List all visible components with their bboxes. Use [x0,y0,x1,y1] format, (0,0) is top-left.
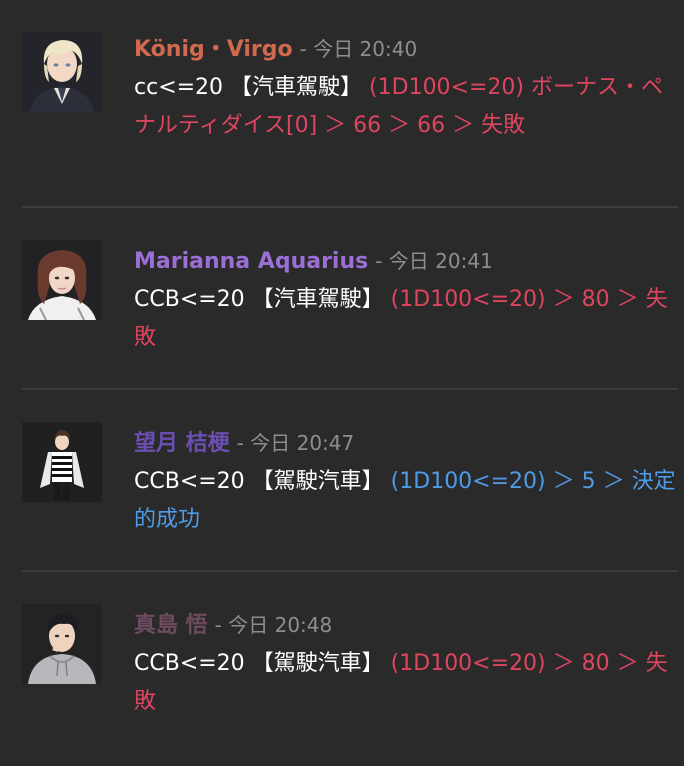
striped-shirt-man-avatar-icon[interactable] [22,422,102,502]
hoodie-man-avatar-icon[interactable] [22,604,102,684]
message-body: CCB<=20 【汽車駕駛】 (1D100<=20) ＞ 80 ＞ 失敗 [134,281,678,357]
message-body: CCB<=20 【駕駛汽車】 (1D100<=20) ＞ 80 ＞ 失敗 [134,645,678,721]
message-header: Marianna Aquarius - 今日 20:41 [134,208,678,279]
message-body: cc<=20 【汽車駕駛】 (1D100<=20) ボーナス・ペナルティダイス[… [134,69,678,145]
message-header: 真島 悟 - 今日 20:48 [134,572,678,643]
curly-haired-woman-avatar-icon[interactable] [22,240,102,320]
author-name[interactable]: 望月 桔梗 [134,431,230,456]
timestamp: - 今日 20:47 [236,431,355,455]
blond-haired-man-avatar-icon[interactable] [22,32,102,112]
message-body: CCB<=20 【駕駛汽車】 (1D100<=20) ＞ 5 ＞ 決定的成功 [134,463,678,539]
timestamp: - 今日 20:48 [214,613,333,637]
dice-command: CCB<=20 【駕駛汽車】 [134,651,391,676]
chat-message: Marianna Aquarius - 今日 20:41 CCB<=20 【汽車… [0,208,684,388]
author-name[interactable]: König・Virgo [134,37,293,62]
message-header: 望月 桔梗 - 今日 20:47 [134,390,678,461]
dice-command: CCB<=20 【汽車駕駛】 [134,287,391,312]
chat-message: 望月 桔梗 - 今日 20:47 CCB<=20 【駕駛汽車】 (1D100<=… [0,390,684,570]
timestamp: - 今日 20:40 [299,37,418,61]
dice-command: cc<=20 【汽車駕駛】 [134,75,370,100]
chat-message: 真島 悟 - 今日 20:48 CCB<=20 【駕駛汽車】 (1D100<=2… [0,572,684,752]
chat-log: König・Virgo - 今日 20:40 cc<=20 【汽車駕駛】 (1D… [0,0,684,766]
dice-command: CCB<=20 【駕駛汽車】 [134,469,391,494]
message-header: König・Virgo - 今日 20:40 [134,14,678,67]
timestamp: - 今日 20:41 [375,249,493,273]
author-name[interactable]: 真島 悟 [134,613,208,638]
author-name[interactable]: Marianna Aquarius [134,249,368,274]
chat-message: König・Virgo - 今日 20:40 cc<=20 【汽車駕駛】 (1D… [0,14,684,206]
